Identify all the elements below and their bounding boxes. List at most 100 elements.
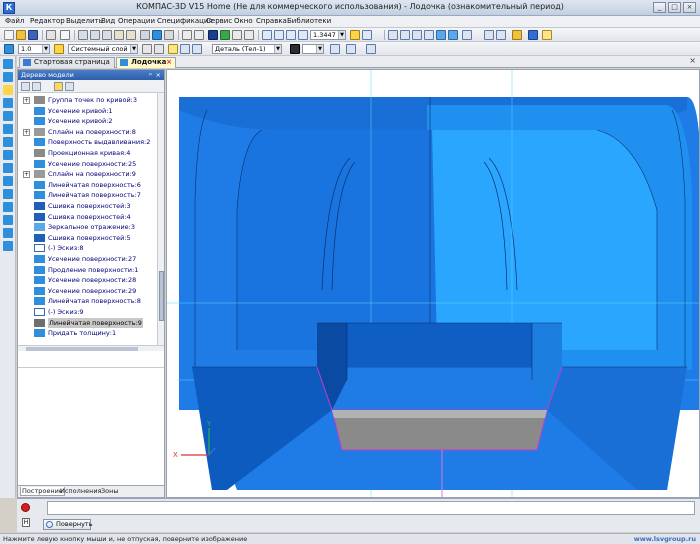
library-icon[interactable] (512, 30, 522, 40)
tree-item[interactable]: + Сплайн на поверхности:9 (18, 169, 157, 180)
tree-item[interactable]: Поверхность выдавливания:2 (18, 137, 157, 148)
model-icon[interactable] (152, 30, 162, 40)
command-input[interactable] (47, 501, 695, 515)
cursor-icon[interactable] (54, 44, 64, 54)
print-icon[interactable] (46, 30, 56, 40)
tree-item[interactable]: (-) Эскиз:8 (18, 243, 157, 254)
tree-item[interactable]: Сшивка поверхностей:5 (18, 233, 157, 244)
menu-specification[interactable]: Спецификация (157, 17, 213, 25)
stop-icon[interactable] (21, 503, 30, 512)
tree-structure-icon[interactable] (32, 82, 41, 91)
cut-icon[interactable] (78, 30, 88, 40)
help-cursor-icon[interactable] (244, 30, 254, 40)
tab-executions[interactable]: Исполнения (60, 487, 101, 495)
rotate-button[interactable]: Повернуть (43, 519, 93, 530)
style-combo[interactable]: ▼ (302, 44, 324, 54)
filters-icon[interactable] (3, 189, 13, 199)
save-icon[interactable] (28, 30, 38, 40)
scroll-thumb[interactable] (26, 347, 138, 351)
thin-hidden-icon[interactable] (424, 30, 434, 40)
tree-view-icon[interactable] (65, 82, 74, 91)
section-icon[interactable] (484, 30, 494, 40)
reports-icon[interactable] (3, 215, 13, 225)
tree-item[interactable]: Усечение поверхности:27 (18, 254, 157, 265)
designations-icon[interactable] (3, 150, 13, 160)
specification-icon[interactable] (3, 202, 13, 212)
hidden-lines-icon[interactable] (412, 30, 422, 40)
shaded-edges-icon[interactable] (448, 30, 458, 40)
layer-settings-icon[interactable] (142, 44, 152, 54)
surfaces-icon[interactable] (3, 111, 13, 121)
tab-start-page[interactable]: Стартовая страница (19, 57, 115, 68)
menu-select[interactable]: Выделить (66, 17, 103, 25)
zoom-fit-icon[interactable] (298, 30, 308, 40)
edit-part-icon[interactable] (3, 59, 13, 69)
format-icon[interactable] (126, 30, 136, 40)
editing-icon[interactable] (3, 241, 13, 251)
tree-filter-icon[interactable] (54, 82, 63, 91)
preview-icon[interactable] (60, 30, 70, 40)
material-icon[interactable] (330, 44, 340, 54)
auxiliary-geometry-icon[interactable] (3, 72, 13, 82)
tree-item[interactable]: Проекционная кривая:4 (18, 148, 157, 159)
new-document-icon[interactable] (4, 30, 14, 40)
paste-icon[interactable] (102, 30, 112, 40)
filter-icon[interactable] (496, 30, 506, 40)
rotate-icon[interactable] (350, 30, 360, 40)
menu-window[interactable]: Окно (234, 17, 253, 25)
expand-icon[interactable]: + (23, 97, 30, 104)
tree-item[interactable]: (-) Эскиз:9 (18, 307, 157, 318)
zoom-combo[interactable]: 1.3447 ▼ (310, 30, 346, 40)
tree-sort-icon[interactable] (21, 82, 30, 91)
shaded-icon[interactable] (436, 30, 446, 40)
menu-help[interactable]: Справка (256, 17, 287, 25)
tree-horizontal-scrollbar[interactable] (18, 345, 164, 351)
minimize-button[interactable]: _ (653, 2, 666, 13)
pin-icon[interactable]: ᵖ (149, 70, 152, 80)
wireframe-icon[interactable] (400, 30, 410, 40)
tree-item[interactable]: Сшивка поверхностей:3 (18, 201, 157, 212)
tree-item[interactable]: Линейчатая поверхность:7 (18, 190, 157, 201)
tree-item[interactable]: Усечение поверхности:28 (18, 275, 157, 286)
tree-item[interactable]: + Группа точек по кривой:3 (18, 95, 157, 106)
copy-icon[interactable] (90, 30, 100, 40)
spatial-curves-icon[interactable] (3, 98, 13, 108)
menu-editor[interactable]: Редактор (30, 17, 65, 25)
axis-icon[interactable] (192, 44, 202, 54)
calc-icon[interactable] (232, 30, 242, 40)
mcc-icon[interactable] (346, 44, 356, 54)
grid-snap-icon[interactable] (4, 44, 14, 54)
tree-item[interactable]: Продление поверхности:1 (18, 265, 157, 276)
model-viewport[interactable]: X Y (166, 69, 700, 498)
scroll-thumb[interactable] (159, 271, 164, 321)
tree-item[interactable]: Усечение кривой:1 (18, 106, 157, 117)
menu-operations[interactable]: Операции (118, 17, 155, 25)
layer-view-icon[interactable] (154, 44, 164, 54)
tree-vertical-scrollbar[interactable] (157, 93, 164, 345)
expand-icon[interactable]: + (23, 171, 30, 179)
tree-item[interactable]: Усечение поверхности:29 (18, 286, 157, 297)
manager-icon[interactable] (208, 30, 218, 40)
measure-icon[interactable] (366, 44, 376, 54)
grid-icon[interactable] (164, 30, 174, 40)
tree-item[interactable]: + Сплайн на поверхности:8 (18, 127, 157, 138)
tree-item-selected[interactable]: Линейчатая поверхность:9 (18, 317, 157, 329)
tab-zones[interactable]: Зоны (101, 487, 119, 495)
layout-icon[interactable] (140, 30, 150, 40)
menu-file[interactable]: Файл (5, 17, 24, 25)
tree-item[interactable]: Линейчатая поверхность:6 (18, 180, 157, 191)
expand-icon[interactable]: + (23, 128, 30, 136)
view-orientation-icon[interactable] (388, 30, 398, 40)
close-button[interactable]: × (683, 2, 696, 13)
menu-libraries[interactable]: Библиотеки (287, 17, 331, 25)
tree-item[interactable]: Усечение поверхности:25 (18, 159, 157, 170)
menu-service[interactable]: Сервис (206, 17, 232, 25)
close-document-icon[interactable]: × (689, 56, 696, 65)
sketch-icon[interactable] (3, 85, 13, 95)
zoom-in-icon[interactable] (262, 30, 272, 40)
line-scale-combo[interactable]: 1.0 ▼ (18, 44, 50, 54)
tab-construction[interactable]: Построение (20, 487, 65, 496)
pan-icon[interactable] (362, 30, 372, 40)
undo-icon[interactable] (182, 30, 192, 40)
layer-combo[interactable]: Системный слой (0) ▼ (68, 44, 138, 54)
